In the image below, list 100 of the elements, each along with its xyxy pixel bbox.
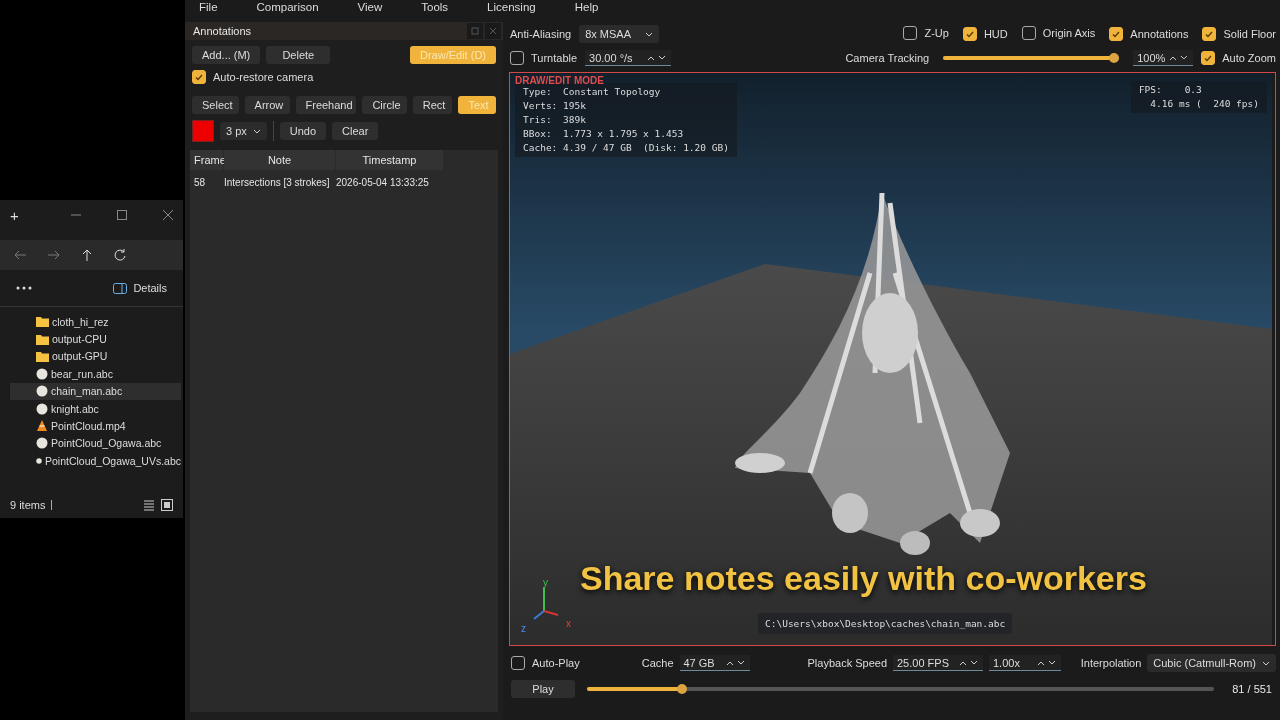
playback-speed-field[interactable]: 25.00 FPS xyxy=(893,655,983,671)
checkbox[interactable] xyxy=(1202,27,1217,41)
checkbox-label: Turntable xyxy=(531,52,578,64)
checkbox-label: Z-Up xyxy=(924,27,949,39)
spin-arrows-icon[interactable] xyxy=(959,659,979,666)
checkbox-label: HUD xyxy=(983,28,1008,40)
column-header[interactable]: Timestamp xyxy=(336,150,444,170)
list-view-icon[interactable] xyxy=(143,499,155,511)
menu-item[interactable]: Comparison xyxy=(256,0,319,14)
stats-line: Verts: 195k xyxy=(523,99,587,113)
stats-line: Cache: 4.39 / 47 GB (Disk: 1.20 GB) xyxy=(523,141,729,155)
checkbox-label: Auto Zoom xyxy=(1222,52,1276,64)
checkbox[interactable] xyxy=(510,51,524,65)
fps-line: 4.16 ms ( 240 fps) xyxy=(1149,97,1259,111)
menu-item[interactable]: Licensing xyxy=(487,0,536,14)
file-list-entry[interactable]: output-CPU xyxy=(10,330,181,348)
spin-arrows-icon[interactable] xyxy=(725,659,746,666)
menu-item[interactable]: File xyxy=(199,0,218,14)
cone-icon xyxy=(36,420,48,433)
checkbox[interactable] xyxy=(1201,51,1216,65)
speed-multiplier-field[interactable]: 1.00x xyxy=(989,655,1061,671)
column-header[interactable]: Frame xyxy=(190,150,224,170)
tool-button[interactable]: Freehand xyxy=(295,96,357,114)
table-cell: Intersections [3 strokes] xyxy=(224,176,330,188)
ball-icon xyxy=(36,402,48,415)
file-list-entry[interactable]: PointCloud_Ogawa.abc xyxy=(10,434,181,453)
tiles-view-icon[interactable] xyxy=(161,499,173,511)
anti-aliasing-label: Anti-Aliasing xyxy=(510,28,572,40)
checkbox[interactable] xyxy=(1021,26,1036,40)
tool-button[interactable]: Select xyxy=(192,96,239,114)
spin-arrows-icon[interactable] xyxy=(1037,659,1057,666)
folder-icon xyxy=(36,333,49,345)
check-icon xyxy=(965,30,974,38)
float-icon xyxy=(471,27,479,35)
camera-tracking-slider[interactable] xyxy=(943,56,1120,60)
color-swatch[interactable] xyxy=(192,120,214,142)
frame-counter: 81 / 551 xyxy=(1232,683,1272,695)
spin-arrows-icon[interactable] xyxy=(1169,54,1190,61)
close-icon xyxy=(489,27,497,35)
details-button[interactable]: Details xyxy=(133,282,167,294)
file-list-entry[interactable]: PointCloud_Ogawa_UVs.abc xyxy=(10,452,181,470)
file-list-entry[interactable]: knight.abc xyxy=(10,399,181,418)
interpolation-dropdown[interactable]: Cubic (Catmull-Rom) xyxy=(1147,654,1276,672)
check-icon xyxy=(195,73,203,81)
add-button[interactable]: Add... (M) xyxy=(192,46,261,64)
new-tab-button[interactable]: + xyxy=(10,206,19,224)
table-cell: 2026-05-04 13:33:25 xyxy=(336,176,429,188)
more-icon[interactable] xyxy=(16,286,32,290)
checkbox-label: Solid Floor xyxy=(1223,28,1276,40)
file-list-entry[interactable]: output-GPU xyxy=(10,347,181,366)
turntable-speed-field[interactable]: 30.00 °/s xyxy=(585,50,672,66)
checkbox[interactable] xyxy=(962,27,977,41)
menu-item[interactable]: View xyxy=(357,0,383,14)
back-arrow-icon[interactable] xyxy=(14,250,26,260)
refresh-icon[interactable] xyxy=(114,249,126,261)
file-list-entry[interactable]: bear_run.abc xyxy=(10,365,181,383)
tool-button[interactable]: Arrow xyxy=(244,96,290,114)
column-header[interactable]: Note xyxy=(224,150,336,170)
checkbox[interactable] xyxy=(511,656,525,670)
file-list-entry[interactable]: chain_man.abc xyxy=(10,382,181,400)
chevron-icon xyxy=(1262,660,1270,666)
spin-arrows-icon[interactable] xyxy=(647,54,668,61)
stats-line: BBox: 1.773 x 1.795 x 1.453 xyxy=(523,127,685,141)
timeline-slider[interactable] xyxy=(587,687,1215,691)
check-icon xyxy=(1205,30,1214,38)
camera-tracking-label: Camera Tracking xyxy=(845,52,930,64)
zoom-field[interactable]: 100% xyxy=(1133,50,1194,66)
forward-arrow-icon[interactable] xyxy=(48,250,60,260)
checkbox[interactable] xyxy=(903,26,918,40)
maximize-icon[interactable] xyxy=(117,210,127,220)
tool-button[interactable]: Rect xyxy=(412,96,453,114)
item-count: 9 items xyxy=(10,499,46,511)
check-icon xyxy=(1204,54,1213,62)
menu-item[interactable]: Tools xyxy=(421,0,449,14)
stats-line: Tris: 389k xyxy=(523,113,587,127)
checkbox[interactable] xyxy=(1109,27,1124,41)
folder-icon xyxy=(36,350,49,362)
close-icon[interactable] xyxy=(163,210,173,220)
ball-icon xyxy=(36,385,48,398)
checkbox[interactable] xyxy=(192,70,206,84)
file-list-entry[interactable]: cloth_hi_rez xyxy=(10,313,181,331)
undo-button[interactable]: Undo xyxy=(279,122,327,140)
anti-aliasing-dropdown[interactable]: 8x MSAA xyxy=(579,25,660,43)
axis-label: x xyxy=(566,618,571,629)
interpolation-label: Interpolation xyxy=(1080,657,1142,669)
checkbox-label: Annotations xyxy=(1130,28,1189,40)
check-icon xyxy=(1112,30,1121,38)
width-dropdown[interactable]: 3 px xyxy=(220,122,267,140)
tool-button[interactable]: Circle xyxy=(362,96,407,114)
menu-item[interactable]: Help xyxy=(574,0,599,14)
delete-button[interactable]: Delete xyxy=(266,46,331,64)
panel-title: Annotations xyxy=(193,25,252,37)
checkbox-label: Auto-restore camera xyxy=(213,71,314,83)
up-arrow-icon[interactable] xyxy=(82,249,92,261)
clear-button[interactable]: Clear xyxy=(332,122,379,140)
ball-icon xyxy=(36,367,48,380)
file-list-entry[interactable]: PointCloud.mp4 xyxy=(10,417,181,435)
stats-line: Type: Constant Topology xyxy=(523,85,662,99)
play-button[interactable]: Play xyxy=(511,680,575,698)
cache-field[interactable]: 47 GB xyxy=(679,655,750,671)
